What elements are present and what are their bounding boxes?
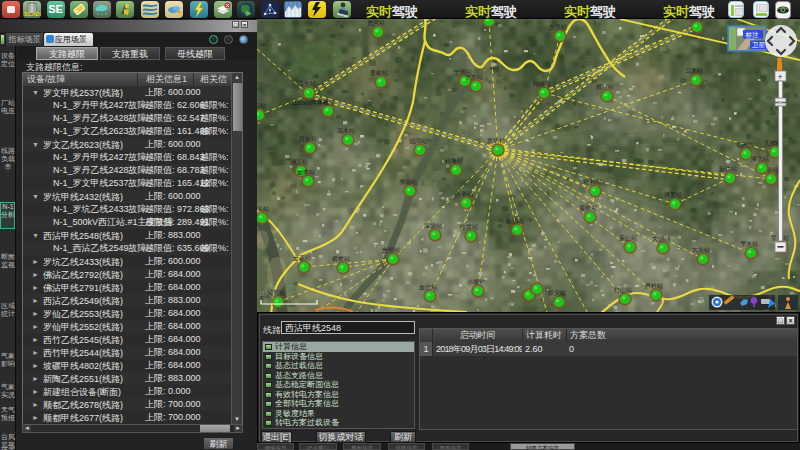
svg-text:SCADA: SCADA (24, 11, 41, 17)
svg-text:2公里: 2公里 (260, 289, 280, 298)
svg-text:1100kV西江线: 1100kV西江线 (291, 100, 329, 107)
svg-text:标注: 标注 (745, 31, 760, 39)
svg-text:+: + (778, 72, 783, 82)
svg-text:卫星: 卫星 (752, 41, 766, 48)
